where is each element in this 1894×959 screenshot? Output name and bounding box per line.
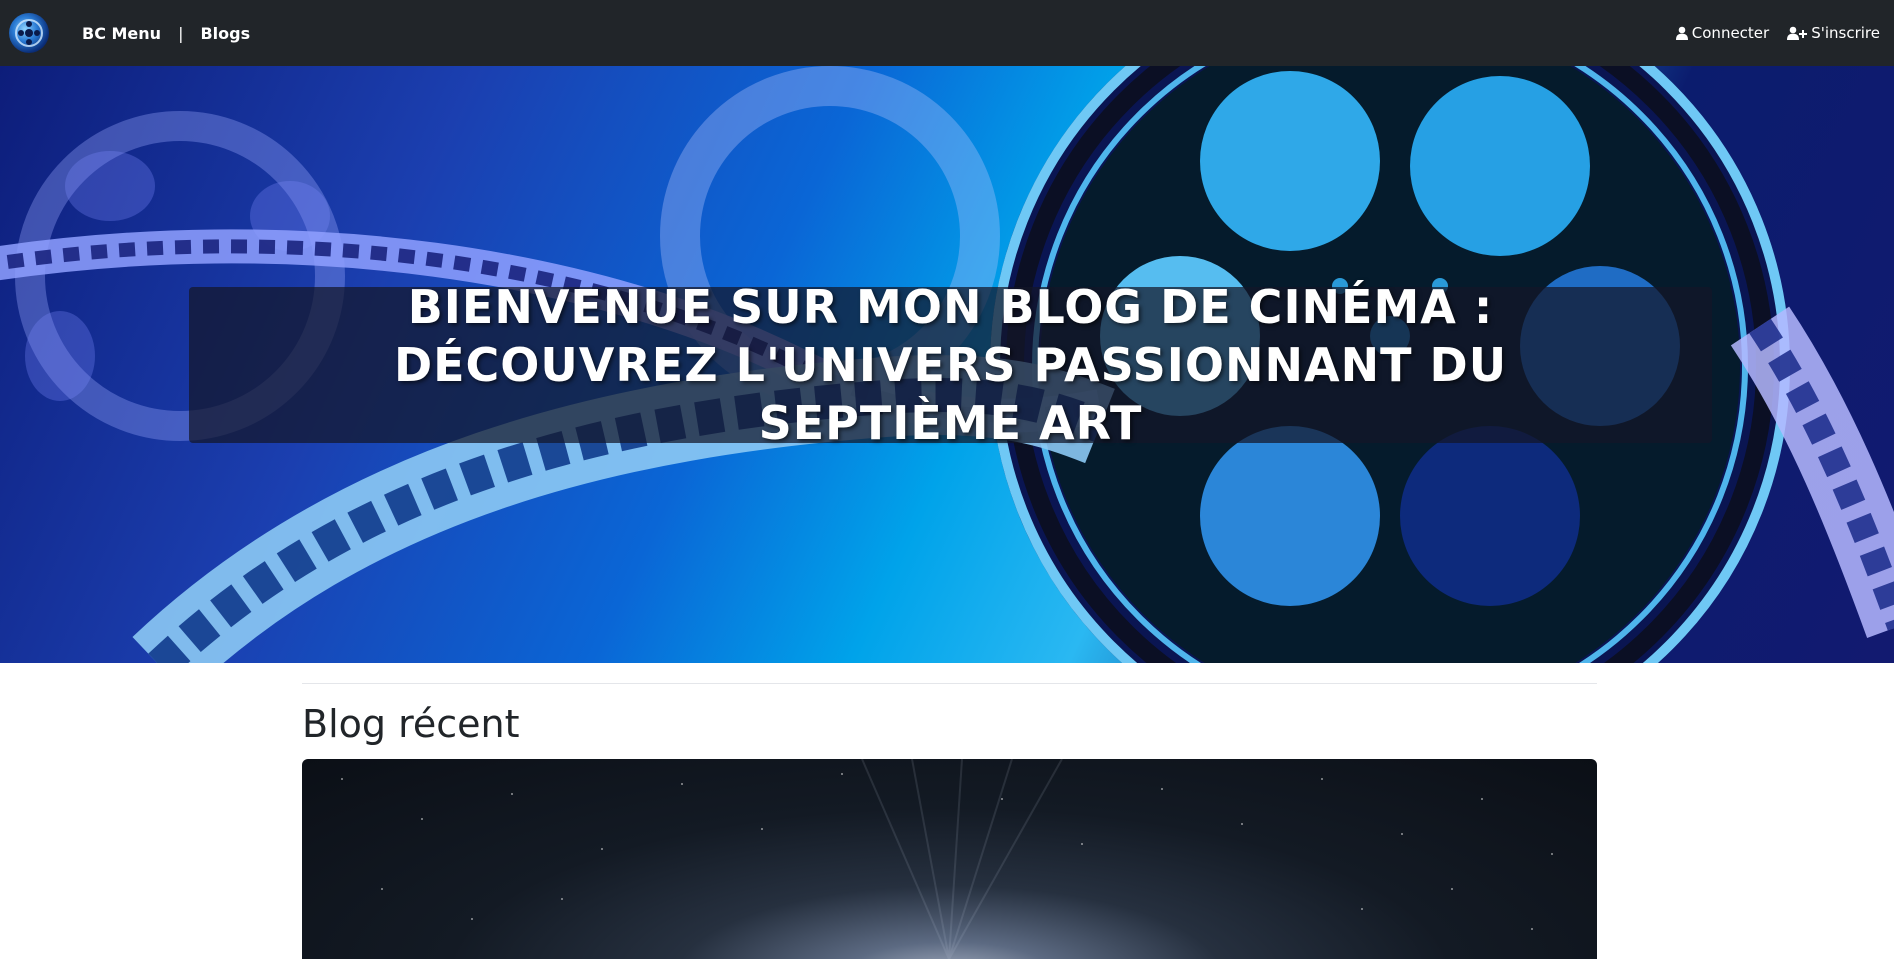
hero-title: Bienvenue sur mon blog de cinéma : Décou… <box>393 280 1508 450</box>
site-logo[interactable] <box>9 13 49 53</box>
login-link[interactable]: Connecter <box>1675 24 1770 42</box>
brand-menu-link[interactable]: BC Menu <box>82 24 161 43</box>
navbar-left: BC Menu | Blogs <box>0 0 250 66</box>
main-content: Blog récent <box>302 663 1597 959</box>
section-divider <box>302 683 1597 684</box>
navbar-right: Connecter S'inscrire <box>1675 24 1880 42</box>
nav-link-blogs[interactable]: Blogs <box>200 24 250 43</box>
user-plus-icon <box>1787 26 1808 40</box>
user-icon <box>1675 26 1688 40</box>
recent-blog-heading: Blog récent <box>302 702 520 746</box>
register-label: S'inscrire <box>1811 24 1880 42</box>
register-link[interactable]: S'inscrire <box>1787 24 1880 42</box>
recent-blog-card-image[interactable] <box>302 759 1597 959</box>
login-label: Connecter <box>1691 24 1770 42</box>
nav-separator: | <box>178 23 184 43</box>
top-navbar: BC Menu | Blogs Connecter S'inscrire <box>0 0 1894 66</box>
hero-title-box: Bienvenue sur mon blog de cinéma : Décou… <box>189 280 1712 450</box>
hero-banner: Bienvenue sur mon blog de cinéma : Décou… <box>0 66 1894 663</box>
